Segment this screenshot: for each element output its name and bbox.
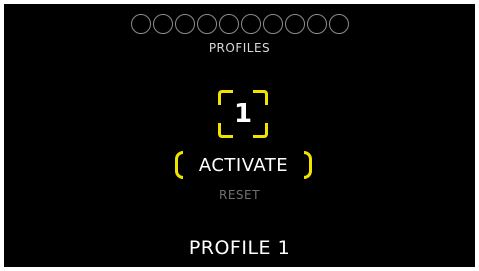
profile-slot-7[interactable] [262, 14, 283, 34]
right-bracket-icon [304, 151, 312, 179]
profile-name: PROFILE 1 [188, 237, 291, 259]
profile-slot-indicators [4, 14, 475, 34]
profiles-title: PROFILES [208, 41, 271, 55]
activate-button[interactable]: ACTIVATE [175, 151, 312, 181]
activate-label: ACTIVATE [198, 154, 289, 176]
profile-number-selector[interactable]: 1 [218, 90, 268, 138]
profile-slot-5[interactable] [218, 14, 239, 34]
profiles-screen: PROFILES 1 ACTIVATE RESET PROFILE 1 [4, 4, 475, 267]
reset-button[interactable]: RESET [4, 188, 475, 202]
profile-slot-9[interactable] [306, 14, 327, 34]
profile-slot-1[interactable] [130, 14, 151, 34]
profile-number: 1 [233, 99, 253, 129]
profile-slot-10[interactable] [328, 14, 349, 34]
profile-slot-8[interactable] [284, 14, 305, 34]
profile-slot-6[interactable] [240, 14, 261, 34]
profile-slot-3[interactable] [174, 14, 195, 34]
profile-slot-2[interactable] [152, 14, 173, 34]
profile-slot-4[interactable] [196, 14, 217, 34]
